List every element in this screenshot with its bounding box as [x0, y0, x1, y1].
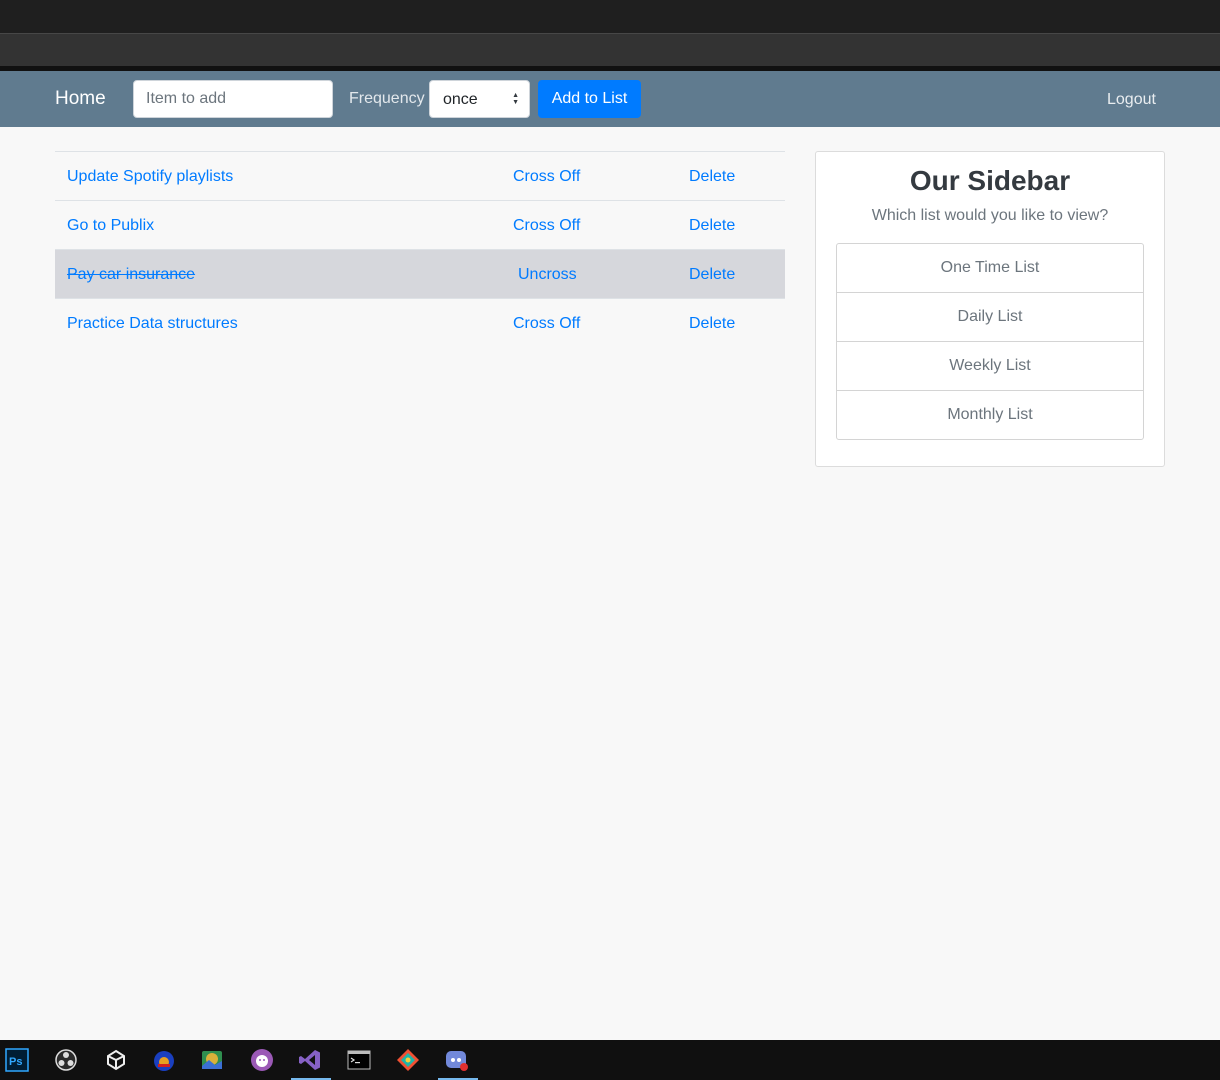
cross-off-link[interactable]: Cross Off	[513, 216, 580, 236]
delete-link[interactable]: Delete	[689, 167, 735, 187]
frequency-value: once	[443, 91, 478, 108]
uncross-link[interactable]: Uncross	[518, 265, 577, 285]
one-time-list-button[interactable]: One Time List	[837, 244, 1143, 292]
sidebar-title: Our Sidebar	[909, 165, 1071, 196]
terminal-icon[interactable]	[347, 1048, 371, 1072]
cross-off-link[interactable]: Cross Off	[513, 314, 580, 334]
delete-link[interactable]: Delete	[689, 216, 735, 236]
todo-table: Update Spotify playlists Cross Off Delet…	[55, 151, 785, 347]
github-desktop-icon[interactable]	[250, 1048, 274, 1072]
item-to-add-input[interactable]	[133, 80, 333, 118]
add-to-list-button[interactable]: Add to List	[538, 80, 641, 118]
list-group: One Time List Daily List Weekly List Mon…	[836, 243, 1144, 440]
image-viewer-icon[interactable]	[200, 1048, 224, 1072]
home-link[interactable]: Home	[55, 87, 106, 111]
todo-item-name[interactable]: Practice Data structures	[67, 314, 238, 334]
delete-link[interactable]: Delete	[689, 265, 735, 285]
todo-item-name[interactable]: Update Spotify playlists	[67, 167, 233, 187]
monthly-list-button[interactable]: Monthly List	[837, 390, 1143, 439]
logout-link[interactable]: Logout	[1107, 90, 1156, 110]
cross-off-link[interactable]: Cross Off	[513, 167, 580, 187]
todo-item-name[interactable]: Go to Publix	[67, 216, 154, 236]
select-arrows-icon: ▲ ▼	[512, 92, 519, 106]
daily-list-button[interactable]: Daily List	[837, 292, 1143, 341]
git-kraken-icon[interactable]	[396, 1048, 420, 1072]
sidebar-subtitle: Which list would you like to view?	[871, 207, 1109, 224]
table-row: Go to Publix Cross Off Delete	[55, 200, 785, 249]
delete-link[interactable]: Delete	[689, 314, 735, 334]
frequency-select[interactable]: once ▲ ▼	[429, 80, 530, 118]
navbar: Home Frequency once ▲▼ Add to List Logou…	[0, 71, 1220, 127]
photoshop-icon[interactable]: Ps	[5, 1048, 29, 1072]
obs-icon[interactable]	[54, 1048, 78, 1072]
browser-bookmarks-bar: ★	[0, 33, 1220, 94]
taskbar: Ps	[0, 1040, 1220, 1080]
table-row: Update Spotify playlists Cross Off Delet…	[55, 151, 785, 200]
table-row-crossed: Pay car insurance Uncross Delete	[55, 249, 785, 298]
todo-item-name[interactable]: Pay car insurance	[67, 265, 195, 285]
table-row: Practice Data structures Cross Off Delet…	[55, 298, 785, 347]
unity-icon[interactable]	[104, 1048, 128, 1072]
svg-text:Ps: Ps	[9, 1056, 22, 1068]
frequency-label: Frequency	[349, 90, 425, 107]
app-icon[interactable]	[152, 1048, 176, 1072]
visual-studio-icon[interactable]	[298, 1048, 322, 1072]
browser-titlebar	[0, 0, 1220, 33]
discord-icon[interactable]	[445, 1048, 469, 1072]
sidebar: Our Sidebar Which list would you like to…	[815, 151, 1165, 467]
weekly-list-button[interactable]: Weekly List	[837, 341, 1143, 390]
